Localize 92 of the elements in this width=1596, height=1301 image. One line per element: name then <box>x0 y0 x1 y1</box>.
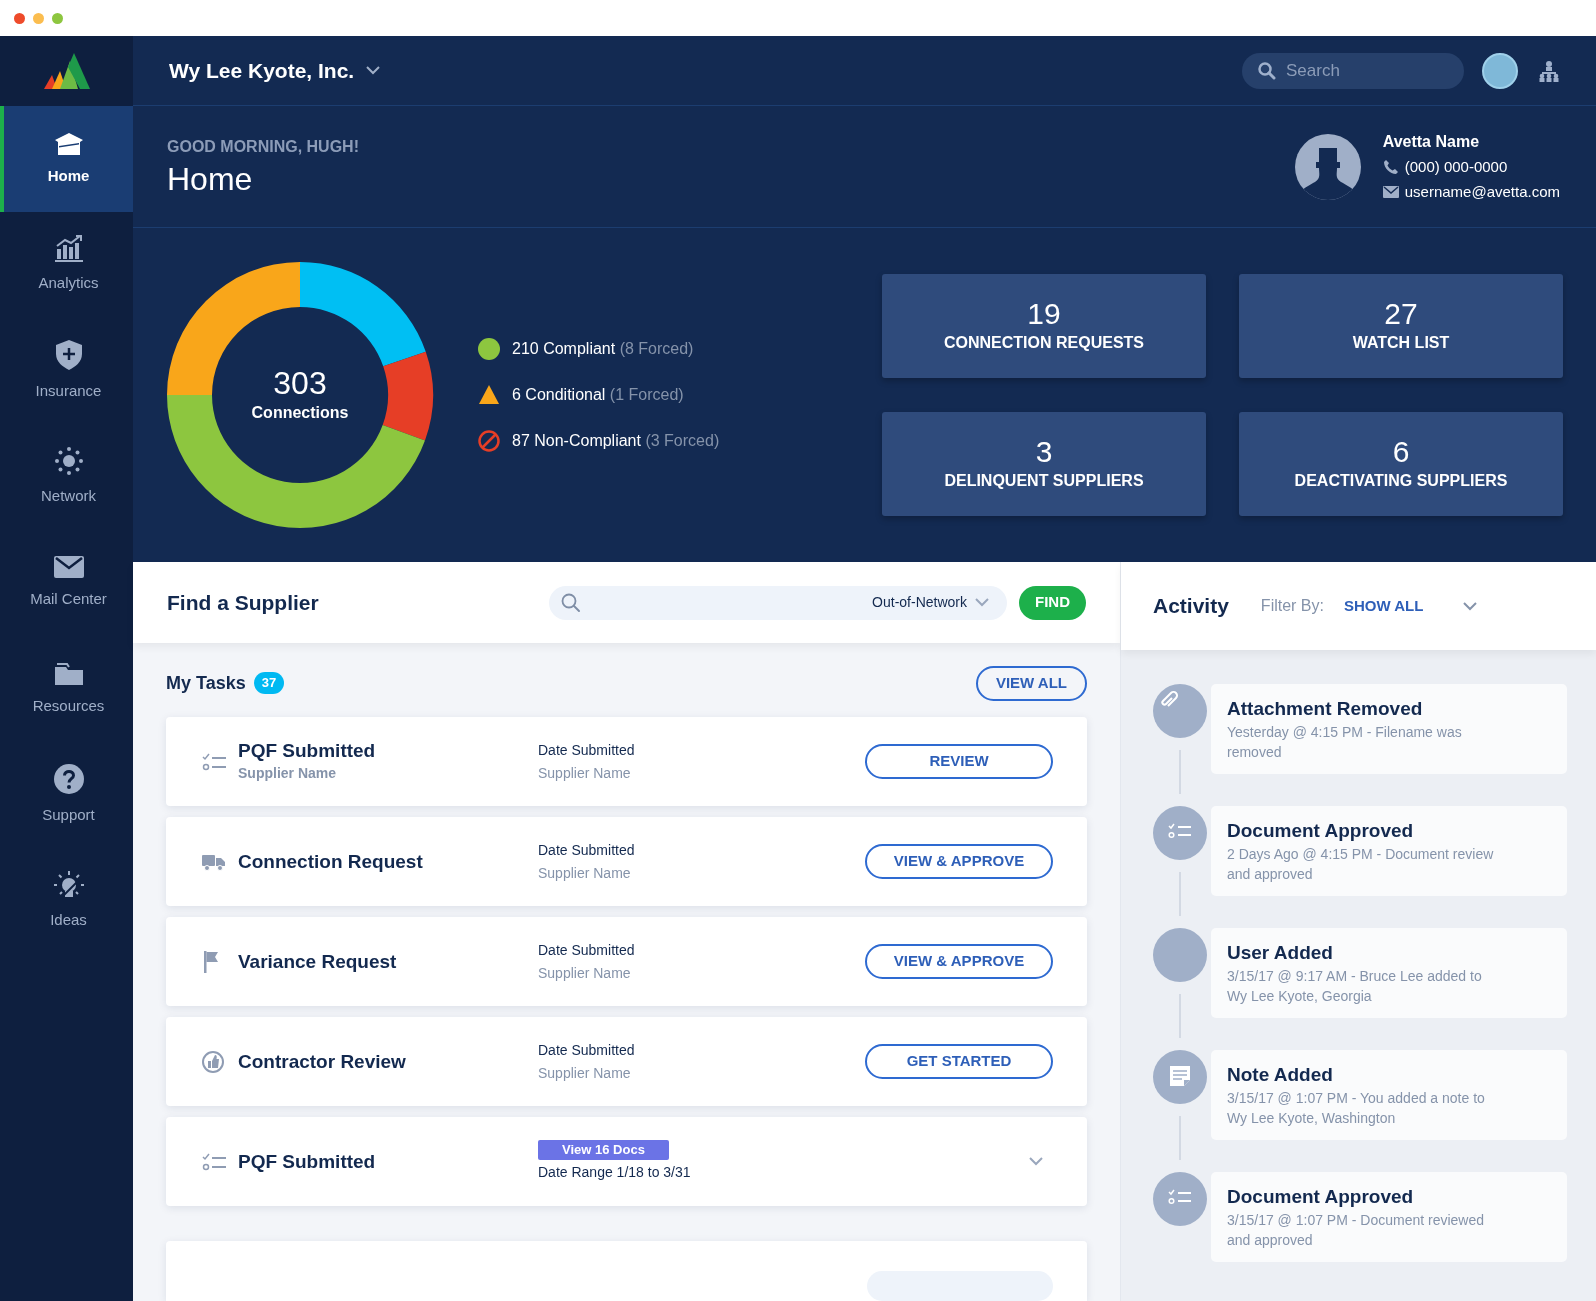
checklist-icon <box>1153 1172 1207 1226</box>
expand-button[interactable] <box>1029 1157 1043 1166</box>
stat-card[interactable]: 3 DELINQUENT SUPPLIERS <box>882 412 1206 516</box>
folder-icon <box>54 660 83 685</box>
activity-detail: 3/15/17 @ 1:07 PM - You added a note to Wy Lee Kyote, Washington <box>1227 1089 1486 1128</box>
view-docs-button[interactable]: View 16 Docs <box>538 1140 669 1160</box>
greeting-text: GOOD MORNING, HUGH! <box>167 136 359 157</box>
network-icon <box>54 446 83 475</box>
action-button[interactable]: GET STARTED <box>865 1044 1053 1079</box>
date-label: Date Submitted <box>538 940 635 960</box>
logo-icon <box>43 53 90 89</box>
checklist-icon <box>1153 806 1207 860</box>
total-count: 303 <box>273 365 327 401</box>
activity-title: Document Approved <box>1227 1185 1415 1209</box>
org-chart-icon[interactable] <box>1538 59 1560 82</box>
supplier-name: Supplier Name <box>538 1063 631 1083</box>
contact-phone: (000) 000-0000 <box>1404 157 1508 177</box>
section-title: Find a Supplier <box>167 589 319 616</box>
activity-detail: 3/15/17 @ 9:17 AM - Bruce Lee added to Wy Lee Kyote, Georgia <box>1227 967 1483 1006</box>
lightbulb-icon <box>53 870 84 899</box>
thumbs-up-icon <box>202 1050 224 1073</box>
supplier-name: Supplier Name <box>538 763 631 783</box>
search-field[interactable]: Search <box>1242 52 1464 89</box>
bar-chart-icon <box>54 235 83 263</box>
paperclip-icon <box>1153 684 1207 738</box>
company-selector[interactable]: Wy Lee Kyote, Inc. <box>169 54 381 87</box>
sidebar-item[interactable]: Network <box>0 424 133 530</box>
chevron-down-icon <box>366 66 381 75</box>
task-title: Variance Request <box>238 949 398 974</box>
activity-title: Attachment Removed <box>1227 697 1424 721</box>
activity-title: Document Approved <box>1227 819 1415 843</box>
chevron-down-icon <box>1463 601 1478 611</box>
stat-card[interactable]: 27 WATCH LIST <box>1239 274 1563 378</box>
contact-email[interactable]: username@avetta.com <box>1404 180 1560 203</box>
flag-icon <box>202 950 220 973</box>
sidebar-item[interactable]: Mail Center <box>0 530 133 636</box>
action-button[interactable]: VIEW & APPROVE <box>865 844 1053 879</box>
activity-title: Note Added <box>1227 1063 1334 1087</box>
chevron-down-icon <box>975 598 989 607</box>
supplier-search-field[interactable]: Out-of-Network <box>549 585 1007 620</box>
checklist-icon <box>202 752 226 771</box>
activity-filter-dropdown[interactable]: SHOW ALL <box>1344 594 1478 618</box>
chevron-down-icon <box>1029 1157 1043 1166</box>
task-title: PQF Submitted <box>238 739 377 763</box>
sidebar-item[interactable]: Insurance <box>0 318 133 424</box>
activity-detail: 3/15/17 @ 1:07 PM - Document reviewed and approved <box>1227 1211 1485 1250</box>
search-icon <box>1258 61 1276 80</box>
page-title: Home <box>167 159 254 199</box>
phone-icon <box>1382 159 1399 176</box>
activity-title: User Added <box>1227 941 1334 965</box>
task-title: Contractor Review <box>238 1049 407 1074</box>
task-title: PQF Submitted <box>238 1149 377 1174</box>
date-label: Date Submitted <box>538 740 635 760</box>
section-title: Activity <box>1153 593 1229 620</box>
date-range-text: Date Range 1/18 to 3/31 <box>538 1163 691 1182</box>
supplier-name: Supplier Name <box>538 963 631 983</box>
task-title: Connection Request <box>238 849 424 874</box>
filter-label: Filter By: <box>1260 596 1324 616</box>
action-button[interactable]: REVIEW <box>865 744 1053 779</box>
house-icon <box>54 130 83 155</box>
sidebar-item[interactable]: Resources <box>0 636 133 742</box>
sidebar-item[interactable]: Home <box>0 106 133 212</box>
truck-icon <box>202 852 226 871</box>
legend-label: 210 Compliant (8 Forced) <box>512 339 694 359</box>
activity-detail: 2 Days Ago @ 4:15 PM - Document review and approved <box>1227 845 1495 884</box>
count-badge: 37 <box>253 672 285 694</box>
sidebar-item[interactable]: Ideas <box>0 848 133 954</box>
sidebar-item[interactable]: Analytics <box>0 212 133 318</box>
help-icon <box>53 763 84 794</box>
stat-card[interactable]: 6 DEACTIVATING SUPPLIERS <box>1239 412 1563 516</box>
checklist-icon <box>202 1152 226 1171</box>
avatar[interactable] <box>1482 52 1518 89</box>
stat-card[interactable]: 19 CONNECTION REQUESTS <box>882 274 1206 378</box>
task-subtitle: Supplier Name <box>238 764 338 783</box>
date-label: Date Submitted <box>538 840 635 860</box>
activity-detail: Yesterday @ 4:15 PM - Filename was removed <box>1227 723 1463 762</box>
sidebar-item[interactable]: Support <box>0 742 133 848</box>
network-filter-dropdown[interactable]: Out-of-Network <box>872 592 995 613</box>
total-label: Connections <box>251 403 349 423</box>
shield-plus-icon <box>55 339 82 370</box>
note-icon <box>1153 1050 1207 1104</box>
contact-name: Avetta Name <box>1382 132 1481 152</box>
action-button[interactable]: VIEW & APPROVE <box>865 944 1053 979</box>
section-title: My Tasks <box>166 671 246 695</box>
legend-label: 87 Non-Compliant (3 Forced) <box>512 431 720 451</box>
search-icon <box>561 592 581 613</box>
view-all-button[interactable]: VIEW ALL <box>975 665 1087 701</box>
date-label: Date Submitted <box>538 1040 635 1060</box>
mail-icon <box>1382 185 1399 198</box>
legend-label: 6 Conditional (1 Forced) <box>512 385 684 405</box>
supplier-name: Supplier Name <box>538 863 631 883</box>
mail-icon <box>53 555 84 578</box>
